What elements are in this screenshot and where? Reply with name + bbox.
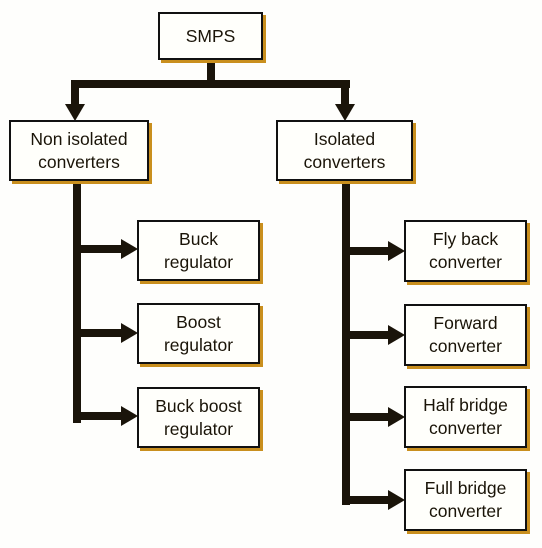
node-full-bridge: Full bridge converter — [404, 469, 527, 531]
node-label: Buck — [179, 228, 218, 249]
arrowhead-boost — [121, 323, 138, 343]
edge-isolated-to-forward — [342, 331, 390, 339]
arrowhead-non-isolated — [65, 104, 85, 121]
node-label: SMPS — [185, 25, 236, 46]
node-label: regulator — [163, 251, 234, 272]
node-label: Forward — [433, 313, 498, 333]
edge-non-isolated-to-buck — [73, 245, 123, 253]
node-label: converter — [429, 418, 502, 438]
edge-non-isolated-to-buck-boost — [73, 412, 123, 420]
node-label: Half bridge — [423, 395, 508, 415]
node-flyback: Fly back converter — [404, 220, 527, 282]
node-label: regulator — [163, 418, 234, 439]
arrowhead-flyback — [388, 241, 405, 261]
node-boost: Boost regulator — [137, 303, 260, 364]
node-non-isolated: Non isolated converters — [9, 120, 149, 181]
edge-non-isolated-to-boost — [73, 329, 123, 337]
edge-isolated-to-flyback — [342, 247, 390, 255]
arrowhead-full-bridge — [388, 490, 405, 510]
arrowhead-buck-boost — [121, 406, 138, 426]
node-label: Boost — [176, 311, 221, 332]
node-label: Full bridge — [424, 478, 507, 498]
node-smps: SMPS — [158, 12, 263, 60]
node-label: Isolated — [313, 128, 376, 149]
edge-isolated-to-half-bridge — [342, 413, 390, 421]
edge-smps-to-isolated — [341, 80, 349, 106]
arrowhead-buck — [121, 239, 138, 259]
node-label: Fly back — [432, 229, 499, 249]
node-label: converter — [429, 252, 502, 272]
edge-isolated-to-full-bridge — [342, 496, 390, 504]
node-half-bridge: Half bridge converter — [404, 386, 527, 448]
arrowhead-isolated — [335, 104, 355, 121]
node-buck-boost: Buck boost regulator — [137, 387, 260, 448]
node-label: converters — [38, 151, 120, 172]
node-label: Buck boost — [155, 395, 242, 416]
node-label: converters — [303, 151, 386, 172]
node-isolated: Isolated converters — [276, 120, 413, 181]
arrowhead-half-bridge — [388, 407, 405, 427]
node-label: Non isolated — [30, 128, 128, 149]
node-buck: Buck regulator — [137, 220, 260, 281]
arrowhead-forward — [388, 325, 405, 345]
edge-smps-to-non-isolated — [71, 80, 79, 106]
node-label: converter — [429, 336, 502, 356]
spine-isolated — [342, 180, 350, 505]
edge-smps-splitter — [71, 80, 350, 88]
node-forward: Forward converter — [404, 304, 527, 366]
spine-non-isolated — [73, 180, 81, 423]
node-label: regulator — [163, 334, 234, 355]
node-label: converter — [429, 501, 502, 521]
